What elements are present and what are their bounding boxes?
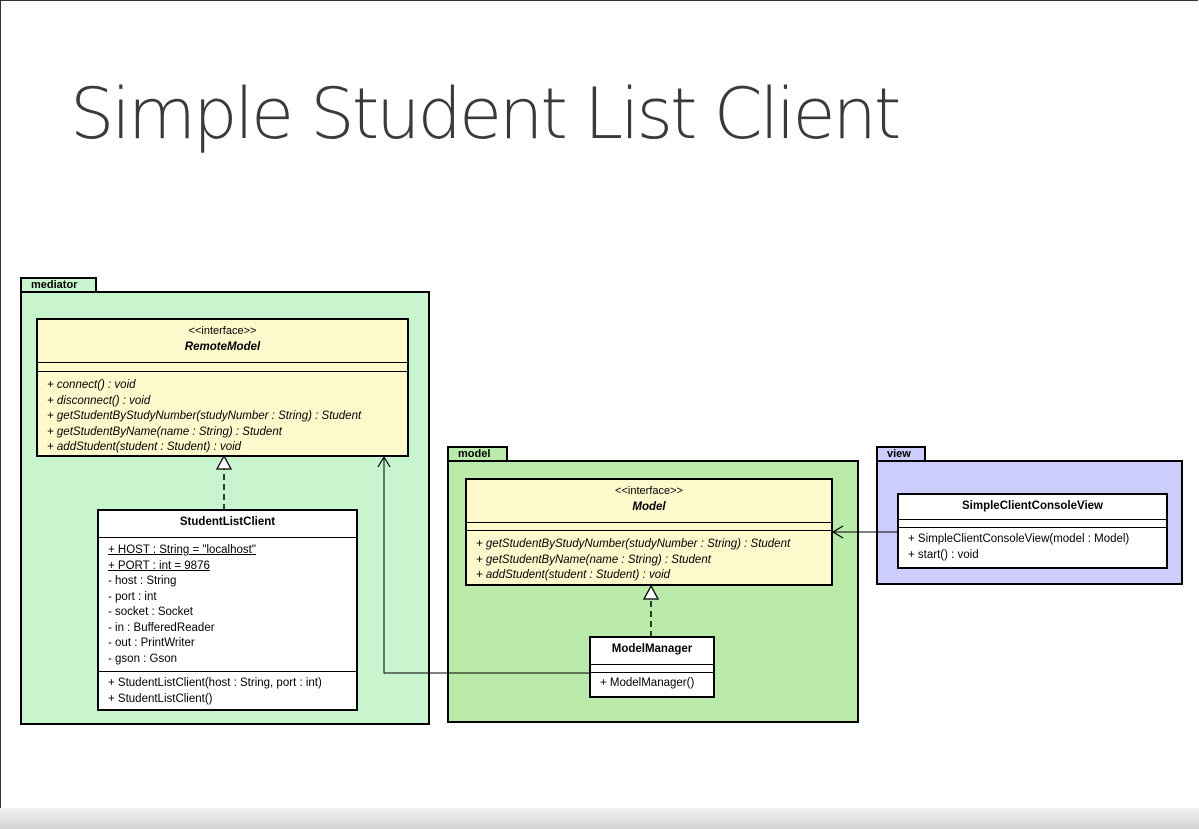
- operation-row: + getStudentByStudyNumber(studyNumber : …: [47, 410, 362, 422]
- realization-arrowhead-remotemodel: [215, 454, 233, 470]
- realization-arrowhead-model: [642, 584, 660, 600]
- operations-section: + connect() : void + disconnect() : void…: [38, 372, 407, 456]
- stereotype-label: <<interface>>: [615, 485, 683, 497]
- attribute-row: - socket : Socket: [108, 606, 194, 618]
- attributes-section: + HOST : String = "localhost" + PORT : i…: [99, 538, 356, 672]
- attribute-row: - host : String: [108, 575, 177, 587]
- class-simpleclientconsoleview: SimpleClientConsoleView + SimpleClientCo…: [897, 493, 1168, 569]
- attribute-row: + HOST : String = "localhost": [108, 544, 256, 556]
- operations-section: + SimpleClientConsoleView(model : Model)…: [899, 528, 1166, 563]
- attribute-row: + PORT : int = 9876: [108, 559, 210, 572]
- class-studentlistclient: StudentListClient + HOST : String = "loc…: [97, 509, 358, 711]
- operation-row: + SimpleClientConsoleView(model : Model): [908, 533, 1130, 545]
- attributes-section: [467, 523, 831, 531]
- class-name: ModelManager: [611, 643, 693, 655]
- operations-section: + getStudentByStudyNumber(studyNumber : …: [467, 531, 831, 584]
- class-studentlistclient-header: StudentListClient: [99, 511, 356, 538]
- operation-row: + getStudentByName(name : String) : Stud…: [476, 553, 711, 566]
- operations-section: + StudentListClient(host : String, port …: [99, 672, 356, 707]
- operation-row: + start() : void: [908, 548, 979, 561]
- attribute-row: - in : BufferedReader: [108, 621, 215, 634]
- operation-row: + addStudent(student : Student) : void: [476, 569, 671, 581]
- class-name: SimpleClientConsoleView: [961, 500, 1103, 512]
- class-remotemodel-header: <<interface>> RemoteModel: [38, 320, 407, 363]
- class-model-header: <<interface>> Model: [467, 480, 831, 523]
- attributes-section: [899, 520, 1166, 528]
- class-model: <<interface>> Model + getStudentByStudyN…: [465, 478, 833, 586]
- operation-row: + getStudentByStudyNumber(studyNumber : …: [476, 538, 791, 550]
- class-modelmanager: ModelManager + ModelManager(): [589, 636, 715, 698]
- attributes-section: [38, 363, 407, 372]
- operation-row: + connect() : void: [47, 379, 136, 391]
- operation-row: + getStudentByName(name : String) : Stud…: [47, 425, 282, 438]
- class-name: RemoteModel: [184, 340, 261, 353]
- class-name: Model: [632, 500, 666, 513]
- class-name: StudentListClient: [179, 516, 276, 528]
- operations-section: + ModelManager(): [591, 673, 713, 692]
- stereotype-label: <<interface>>: [188, 325, 257, 337]
- class-remotemodel: <<interface>> RemoteModel + connect() : …: [36, 318, 409, 457]
- operation-row: + StudentListClient(): [108, 692, 213, 705]
- operation-row: + addStudent(student : Student) : void: [47, 441, 242, 453]
- attribute-row: - out : PrintWriter: [108, 637, 195, 649]
- operation-row: + ModelManager(): [600, 677, 695, 689]
- class-simpleclientconsoleview-header: SimpleClientConsoleView: [899, 495, 1166, 520]
- attribute-row: - gson : Gson: [108, 652, 178, 665]
- attribute-row: - port : int: [108, 590, 157, 603]
- operation-row: + StudentListClient(host : String, port …: [108, 677, 322, 689]
- operation-row: + disconnect() : void: [47, 394, 151, 407]
- class-modelmanager-header: ModelManager: [591, 638, 713, 665]
- attributes-section: [591, 665, 713, 673]
